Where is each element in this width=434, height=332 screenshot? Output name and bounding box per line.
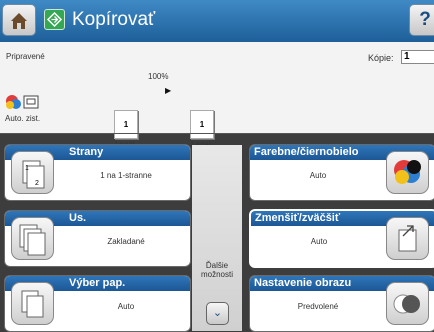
tile-pages[interactable]: Us. Zakladané <box>4 210 191 267</box>
copies-label: Kópie: <box>368 53 394 63</box>
tile-sides[interactable]: Strany 1 na 1-stranne 12 <box>4 144 191 201</box>
image-adjust-icon <box>386 282 429 325</box>
tile-reduce-enlarge[interactable]: Zmenšiť/zväčšiť Auto <box>249 209 434 268</box>
tile-sides-value: 1 na 1-stranne <box>100 171 152 180</box>
dest-page-preview: 1 <box>190 110 214 139</box>
source-page-preview: 1 <box>114 110 138 139</box>
more-options-label: Ďalšie možnosti <box>200 261 233 279</box>
chevron-down-icon: ⌄ <box>212 307 223 319</box>
page-title: Kopírovať <box>72 9 156 30</box>
status-text: Pripravené <box>6 52 45 61</box>
copies-input[interactable]: 1 <box>401 50 434 64</box>
tile-image-adjust[interactable]: Nastavenie obrazu Predvolené <box>249 275 434 332</box>
paper-select-icon <box>11 282 54 325</box>
home-icon <box>11 13 27 29</box>
tile-reduce-value: Auto <box>310 237 328 246</box>
more-options-button[interactable]: ⌄ <box>206 302 229 325</box>
zoom-level: 100% <box>148 72 169 81</box>
color-icon <box>386 151 429 194</box>
home-button[interactable] <box>2 4 36 36</box>
tile-paper[interactable]: Výber pap. Auto <box>4 275 191 332</box>
title-bar <box>0 0 434 42</box>
collate-icon <box>11 217 54 260</box>
copy-app-icon <box>44 9 65 30</box>
svg-text:2: 2 <box>35 180 39 187</box>
resize-icon <box>386 217 429 260</box>
arrow-right-icon: ▶ <box>165 86 172 95</box>
tile-image-value: Predvolené <box>297 302 339 311</box>
divider <box>0 133 434 134</box>
tile-color-value: Auto <box>309 171 327 180</box>
tile-color[interactable]: Farebne/čiernobielo Auto <box>249 144 434 201</box>
tile-pages-value: Zakladané <box>107 237 145 246</box>
auto-detect-label: Auto. zist. <box>5 114 41 123</box>
help-icon: ? <box>419 9 431 30</box>
tile-paper-value: Auto <box>117 302 135 311</box>
sides-icon: 12 <box>11 151 54 194</box>
help-button[interactable]: ? <box>409 4 434 36</box>
svg-text:1: 1 <box>25 165 29 172</box>
